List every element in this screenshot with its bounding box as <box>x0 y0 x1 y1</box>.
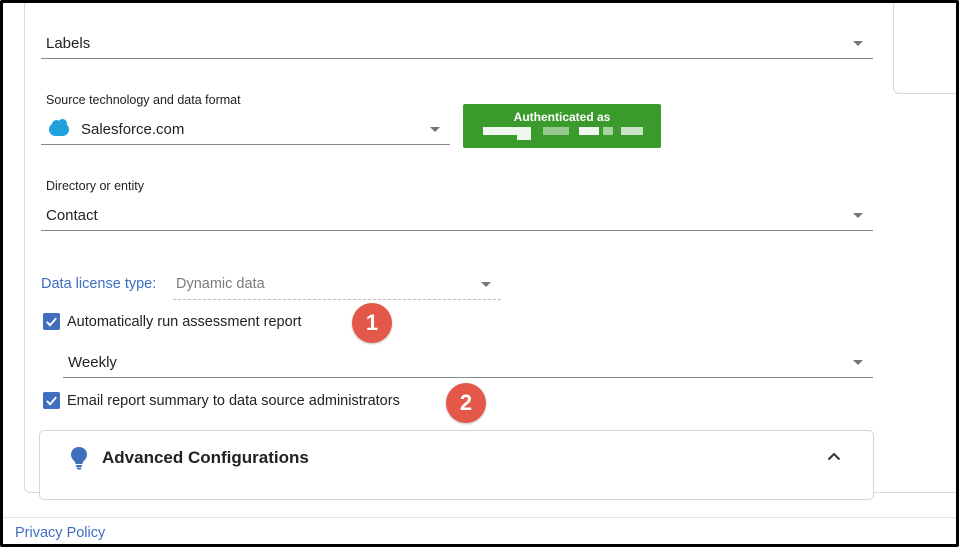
redacted-text <box>543 127 569 135</box>
salesforce-cloud-icon <box>49 119 69 136</box>
redacted-text <box>621 127 643 135</box>
advanced-configurations-heading: Advanced Configurations <box>102 448 309 467</box>
license-select[interactable]: Dynamic data <box>173 269 501 300</box>
authenticated-button-label: Authenticated as <box>513 110 611 124</box>
chevron-up-icon[interactable] <box>827 451 841 461</box>
labels-select[interactable]: Labels <box>41 29 873 59</box>
redacted-text <box>517 127 531 140</box>
labels-select-value: Labels <box>46 35 91 52</box>
directory-label: Directory or entity <box>46 179 144 193</box>
redacted-text <box>603 127 613 135</box>
step-badge-2: 2 <box>446 383 486 423</box>
auto-run-label[interactable]: Automatically run assessment report <box>67 314 302 330</box>
checkmark-icon <box>46 317 57 327</box>
license-select-value: Dynamic data <box>176 276 265 292</box>
chevron-down-icon <box>430 127 440 132</box>
email-summary-checkbox[interactable] <box>43 392 60 409</box>
chevron-down-icon <box>853 41 863 46</box>
license-label: Data license type: <box>41 276 157 292</box>
form-panel <box>24 3 956 493</box>
lightbulb-icon <box>71 447 87 470</box>
frequency-select[interactable]: Weekly <box>63 348 873 378</box>
privacy-policy-link[interactable]: Privacy Policy <box>15 525 105 541</box>
chevron-down-icon <box>481 282 491 287</box>
authenticated-button[interactable]: Authenticated as <box>463 104 661 148</box>
redacted-text <box>579 127 599 135</box>
email-summary-label[interactable]: Email report summary to data source admi… <box>67 393 400 409</box>
footer: Privacy Policy <box>3 517 956 544</box>
chevron-down-icon <box>853 213 863 218</box>
checkmark-icon <box>46 396 57 406</box>
source-select-value: Salesforce.com <box>81 121 185 138</box>
directory-select-value: Contact <box>46 207 98 224</box>
side-card <box>893 3 956 94</box>
chevron-down-icon <box>853 360 863 365</box>
frequency-select-value: Weekly <box>68 354 117 371</box>
auto-run-checkbox[interactable] <box>43 313 60 330</box>
source-select[interactable]: Salesforce.com <box>41 115 450 145</box>
step-badge-1: 1 <box>352 303 392 343</box>
source-label: Source technology and data format <box>46 93 241 107</box>
advanced-configurations-panel[interactable]: Advanced Configurations <box>39 430 874 500</box>
app-frame: Labels Source technology and data format… <box>0 0 959 547</box>
directory-select[interactable]: Contact <box>41 201 873 231</box>
redacted-text <box>483 127 517 135</box>
